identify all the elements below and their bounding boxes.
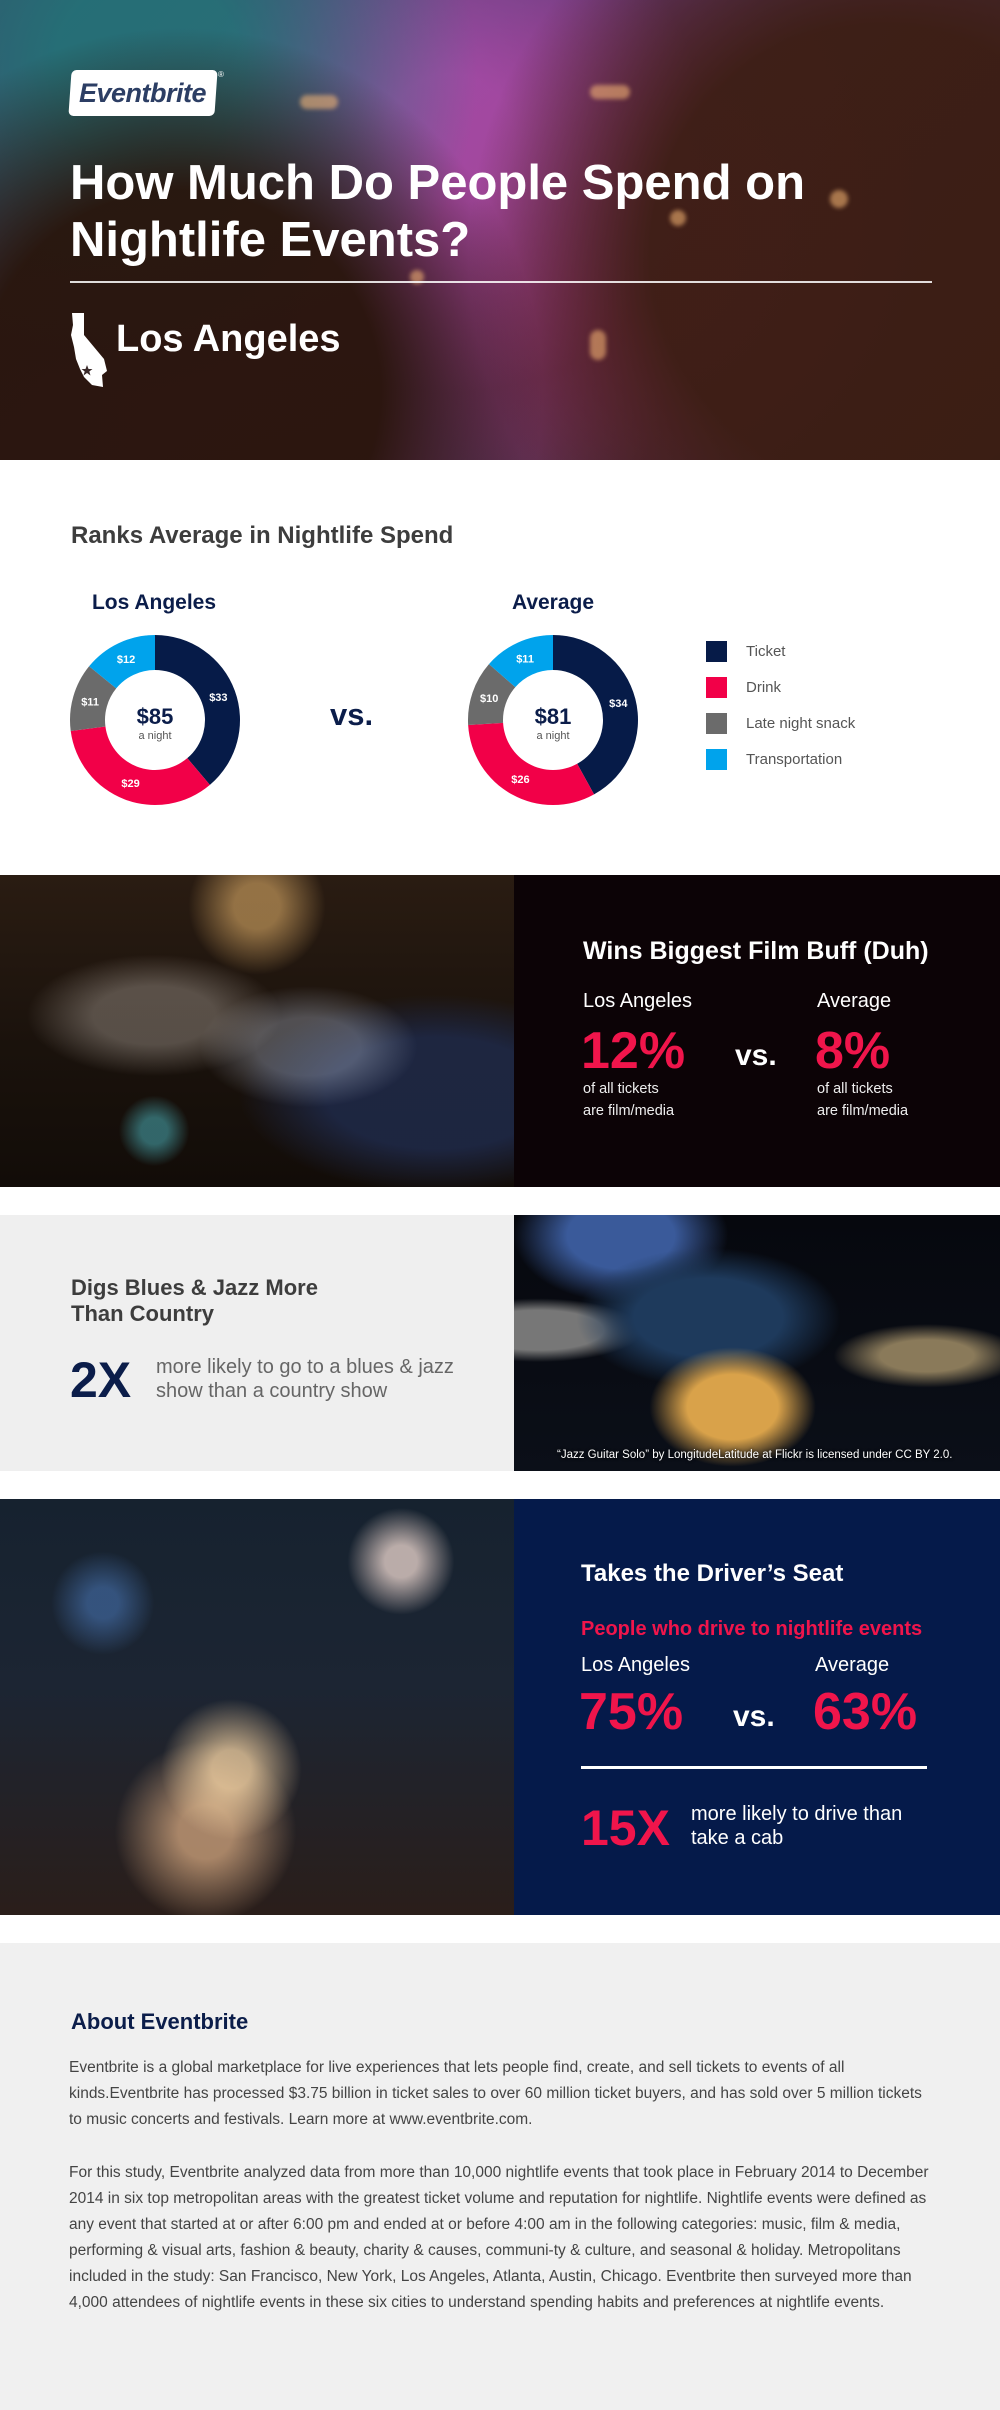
blues-jazz-section: Digs Blues & Jazz More Than Country 2X m… — [0, 1215, 1000, 1471]
donut-slice-drink — [468, 722, 595, 805]
section-subtitle: People who drive to nightlife events — [581, 1618, 923, 1640]
legend-swatch — [706, 640, 727, 662]
about-title: About Eventbrite — [71, 2009, 249, 2034]
donut-total-label: $85 — [137, 704, 174, 729]
legend-swatch — [706, 748, 727, 770]
eventbrite-logo[interactable]: Eventbrite — [68, 70, 218, 116]
city-name: Los Angeles — [116, 318, 341, 360]
multiplier-stat: 2X — [70, 1352, 132, 1408]
stat-value-los-angeles: 12% — [581, 1022, 686, 1080]
stat-label-los-angeles: Los Angeles — [583, 990, 692, 1012]
slice-value-label: $29 — [121, 778, 139, 790]
section-title: Digs Blues & Jazz More Than Country — [71, 1275, 318, 1326]
donut-title-los-angeles: Los Angeles — [91, 591, 217, 614]
title-divider — [70, 281, 932, 283]
stat-caption-los-angeles: of all tickets are film/media — [583, 1078, 674, 1122]
background-photo-light — [300, 95, 338, 109]
donut-chart-los-angeles: $33 $29 $11 $12 $85a night — [70, 635, 240, 805]
donut-total-sublabel: a night — [138, 730, 171, 742]
stat-divider — [581, 1766, 927, 1769]
stat-value-average: 63% — [813, 1683, 918, 1741]
background-photo-light — [590, 330, 606, 360]
donut-title-average: Average — [511, 591, 595, 614]
about-section: About Eventbrite Eventbrite is a global … — [0, 1943, 1000, 2410]
multiplier-description: more likely to go to a blues & jazz show… — [156, 1356, 454, 1402]
legend-item-ticket: Ticket — [706, 633, 855, 669]
legend-item-transportation: Transportation — [706, 741, 855, 777]
film-buff-section: Wins Biggest Film Buff (Duh) Los Angeles… — [0, 875, 1000, 1187]
caption-line: of all tickets — [817, 1081, 893, 1097]
donut-total-label: $81 — [535, 704, 572, 729]
photo-credit: “Jazz Guitar Solo” by LongitudeLatitude … — [557, 1449, 953, 1461]
section-title: Takes the Driver’s Seat — [581, 1560, 844, 1587]
slice-value-label: $12 — [117, 654, 135, 666]
legend-swatch — [706, 712, 727, 734]
slice-value-label: $26 — [511, 774, 529, 786]
page-title: How Much Do People Spend on Nightlife Ev… — [70, 156, 805, 267]
stat-label-los-angeles: Los Angeles — [581, 1654, 690, 1676]
section-title: Wins Biggest Film Buff (Duh) — [583, 937, 929, 965]
legend-item-late-night-snack: Late night snack — [706, 705, 855, 741]
slice-value-label: $34 — [609, 698, 628, 710]
legend-item-drink: Drink — [706, 669, 855, 705]
slice-value-label: $33 — [209, 692, 227, 704]
caption-line: are film/media — [583, 1103, 675, 1119]
methodology-paragraph: For this study, Eventbrite analyzed data… — [69, 2164, 929, 2311]
slice-value-label: $11 — [516, 654, 534, 666]
movie-night-photo — [0, 875, 514, 1187]
vs-label: vs. — [735, 1039, 777, 1072]
legend-label: Transportation — [746, 750, 843, 768]
spend-section: Ranks Average in Nightlife Spend Los Ang… — [0, 460, 1000, 875]
jazz-guitar-photo: “Jazz Guitar Solo” by LongitudeLatitude … — [514, 1215, 1000, 1471]
caption-line: of all tickets — [583, 1081, 659, 1097]
about-paragraph: Eventbrite is a global marketplace for l… — [69, 2059, 922, 2128]
slice-value-label: $10 — [480, 693, 498, 705]
legend-label: Ticket — [746, 642, 786, 660]
stat-caption-average: of all tickets are film/media — [817, 1078, 908, 1122]
hero-banner: Eventbrite ® How Much Do People Spend on… — [0, 0, 1000, 460]
driving-section: Takes the Driver’s Seat People who drive… — [0, 1499, 1000, 1915]
section-title: Ranks Average in Nightlife Spend — [71, 522, 454, 549]
slice-value-label: $11 — [81, 697, 99, 709]
stat-value-los-angeles: 75% — [579, 1683, 684, 1741]
california-state-icon — [71, 313, 107, 387]
donut-total-sublabel: a night — [536, 730, 569, 742]
legend-label: Drink — [746, 678, 782, 696]
stat-label-average: Average — [815, 1654, 890, 1676]
donut-chart-average: $34 $26 $10 $11 $81a night — [468, 635, 638, 805]
stat-label-average: Average — [817, 990, 892, 1012]
chart-legend: Ticket Drink Late night snack Transporta… — [706, 633, 855, 777]
multiplier-description: more likely to drive than take a cab — [691, 1803, 903, 1849]
background-photo-light — [590, 85, 630, 99]
vs-label: vs. — [330, 697, 374, 732]
vs-label: vs. — [733, 1700, 775, 1733]
multiplier-stat: 15X — [581, 1800, 670, 1856]
caption-line: are film/media — [817, 1103, 909, 1119]
legend-swatch — [706, 676, 727, 698]
city-traffic-photo — [0, 1499, 514, 1915]
stat-value-average: 8% — [815, 1022, 891, 1080]
legend-label: Late night snack — [746, 714, 856, 732]
registered-mark: ® — [218, 70, 224, 79]
